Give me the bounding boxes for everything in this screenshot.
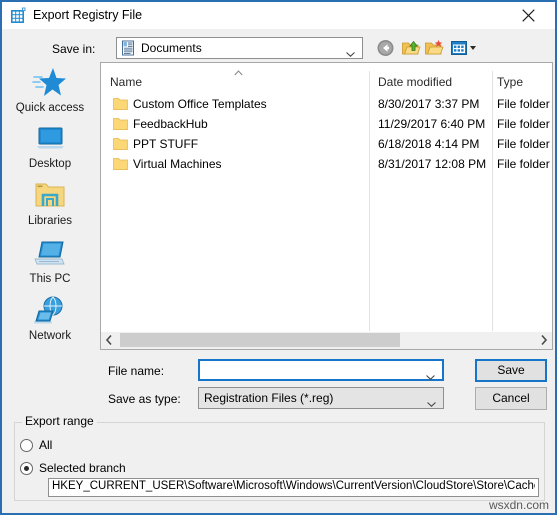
watermark: wsxdn.com [488, 498, 549, 512]
sidebar-item-network[interactable]: Network [4, 294, 96, 342]
export-registry-file-dialog: Export Registry File Save in: Documents [0, 0, 557, 515]
export-range-legend: Export range [22, 414, 97, 428]
folder-icon [113, 97, 128, 111]
quick-access-star-icon [31, 66, 69, 100]
window-title: Export Registry File [33, 8, 143, 22]
file-date-modified: 8/30/2017 3:37 PM [378, 97, 480, 111]
sidebar-item-this-pc[interactable]: This PC [4, 237, 96, 285]
save-button[interactable]: Save [475, 359, 547, 382]
folder-icon [113, 137, 128, 151]
views-grid-icon [451, 41, 476, 55]
file-name: Virtual Machines [133, 157, 222, 171]
sidebar-item-label: Desktop [28, 158, 72, 170]
scroll-left-button[interactable] [101, 332, 118, 348]
sidebar-item-label: Network [28, 330, 72, 342]
file-name: FeedbackHub [133, 117, 208, 131]
sidebar-item-label: This PC [29, 273, 71, 285]
column-header-name[interactable]: Name [110, 75, 142, 89]
table-row[interactable]: FeedbackHub 11/29/2017 6:40 PM File fold… [101, 115, 552, 134]
scrollbar-thumb[interactable] [120, 333, 400, 347]
chevron-down-icon[interactable] [426, 369, 435, 380]
selected-branch-field[interactable] [48, 478, 539, 497]
sidebar-item-label: Quick access [15, 102, 85, 114]
scroll-right-button[interactable] [535, 332, 552, 348]
table-row[interactable]: PPT STUFF 6/18/2018 4:14 PM File folder [101, 135, 552, 154]
radio-icon[interactable] [20, 439, 33, 452]
up-one-level-button[interactable] [401, 38, 422, 58]
this-pc-monitor-icon [31, 237, 69, 271]
save-as-type-dropdown[interactable]: Registration Files (*.reg) [198, 387, 444, 409]
file-name-combobox[interactable] [198, 359, 444, 381]
file-name: PPT STUFF [133, 137, 199, 151]
close-icon [522, 9, 535, 22]
file-date-modified: 8/31/2017 12:08 PM [378, 157, 487, 171]
chevron-down-icon[interactable] [427, 396, 436, 407]
sidebar-item-quick-access[interactable]: Quick access [4, 66, 96, 114]
back-button[interactable] [376, 38, 397, 58]
registry-editor-icon [10, 7, 27, 24]
title-bar: Export Registry File [2, 0, 555, 29]
radio-icon[interactable] [20, 462, 33, 475]
selected-branch-input[interactable] [52, 480, 535, 492]
back-arrow-icon [377, 40, 394, 56]
cancel-button[interactable]: Cancel [475, 387, 547, 410]
chevron-right-icon [541, 334, 548, 346]
save-as-type-value: Registration Files (*.reg) [204, 391, 334, 405]
file-name: Custom Office Templates [133, 97, 267, 111]
sort-ascending-icon [234, 65, 243, 76]
file-list-view[interactable]: Name Date modified Type Custom Office Te… [100, 62, 553, 332]
file-type: File folder [497, 97, 550, 111]
create-new-folder-button[interactable] [424, 38, 445, 58]
table-row[interactable]: Custom Office Templates 8/30/2017 3:37 P… [101, 95, 552, 114]
file-type: File folder [497, 157, 550, 171]
file-date-modified: 11/29/2017 6:40 PM [378, 117, 486, 131]
horizontal-scrollbar[interactable] [100, 332, 553, 350]
file-name-label: File name: [108, 364, 165, 378]
sidebar-item-desktop[interactable]: Desktop [4, 122, 96, 170]
sidebar-item-libraries[interactable]: Libraries [4, 179, 96, 227]
file-date-modified: 6/18/2018 4:14 PM [378, 137, 480, 151]
save-in-label: Save in: [52, 42, 96, 56]
file-name-input[interactable] [204, 363, 419, 377]
documents-icon [120, 40, 136, 56]
save-as-type-label: Save as type: [108, 392, 181, 406]
desktop-icon [31, 122, 69, 156]
up-folder-icon [402, 40, 421, 55]
file-type: File folder [497, 117, 550, 131]
views-button[interactable] [450, 38, 480, 58]
radio-label: All [39, 438, 53, 452]
chevron-down-icon [346, 46, 355, 57]
save-in-value: Documents [141, 41, 202, 55]
places-bar: Quick access Desktop Libraries This PC N… [4, 62, 96, 354]
chevron-left-icon [105, 334, 112, 346]
file-type: File folder [497, 137, 550, 151]
save-in-dropdown[interactable]: Documents [116, 37, 363, 59]
libraries-folder-icon [31, 179, 69, 213]
column-header-type[interactable]: Type [497, 75, 523, 89]
network-globe-icon [31, 294, 69, 328]
column-header-date-modified[interactable]: Date modified [378, 75, 452, 89]
folder-icon [113, 117, 128, 131]
sidebar-item-label: Libraries [27, 215, 73, 227]
new-folder-icon [425, 40, 444, 55]
radio-label: Selected branch [39, 461, 126, 475]
folder-icon [113, 157, 128, 171]
close-button[interactable] [509, 2, 549, 29]
table-row[interactable]: Virtual Machines 8/31/2017 12:08 PM File… [101, 155, 552, 174]
